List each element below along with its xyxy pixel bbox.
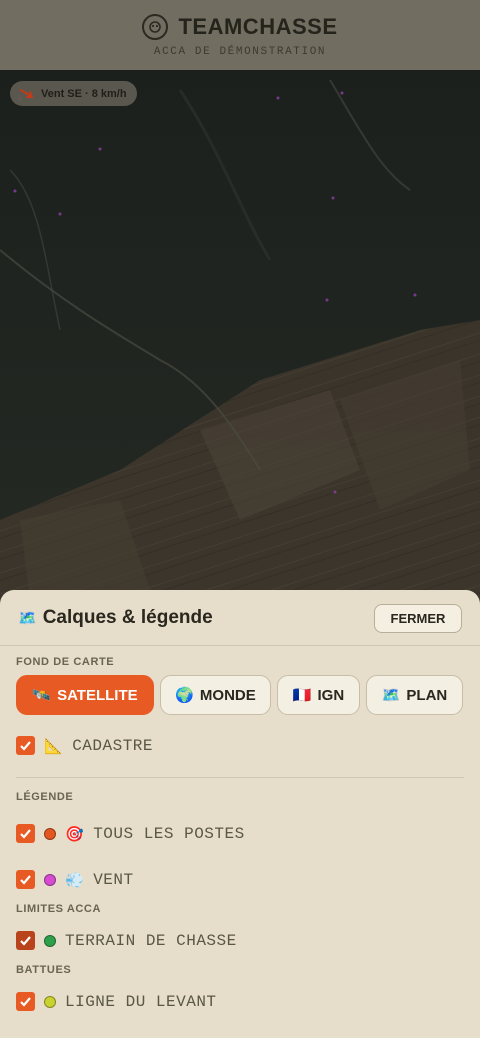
legend-label: VENT: [93, 870, 134, 889]
basemap-plan-button[interactable]: 🗺️ PLAN: [366, 675, 463, 715]
checkbox-checked-icon[interactable]: [16, 992, 35, 1011]
wind-label: Vent SE · 8 km/h: [41, 87, 127, 100]
panel-header: 🗺️ Calques & légende FERMER: [0, 590, 480, 646]
basemap-satellite-button[interactable]: 🛰️ SATELLITE: [16, 675, 154, 715]
france-flag-icon: 🇫🇷: [292, 686, 312, 704]
legend-item-postes[interactable]: 🎯 TOUS LES POSTES: [16, 824, 245, 843]
panel-title-text: Calques & légende: [42, 607, 213, 628]
checkbox-checked-icon[interactable]: [16, 870, 35, 889]
basemap-monde-button[interactable]: 🌍 MONDE: [160, 675, 271, 715]
checkbox-checked-icon[interactable]: [16, 931, 35, 950]
wind-icon: 💨: [65, 870, 85, 889]
globe-icon: 🌍: [175, 686, 194, 704]
basemap-label: PLAN: [406, 686, 448, 704]
legend-section-title: LÉGENDE: [16, 791, 74, 803]
legend-label: TOUS LES POSTES: [93, 824, 245, 843]
green-dot-icon: [44, 934, 56, 947]
basemap-label: MONDE: [199, 686, 256, 704]
layers-panel: 🗺️ Calques & légende FERMER FOND DE CART…: [0, 590, 480, 1038]
satellite-icon: 🛰️: [32, 686, 52, 704]
cadastre-label: CADASTRE: [72, 736, 153, 755]
ruler-icon: 📐: [44, 736, 64, 755]
checkbox-checked-icon[interactable]: [16, 824, 35, 843]
legend-item-levant[interactable]: LIGNE DU LEVANT: [16, 992, 217, 1011]
basemap-label: IGN: [317, 686, 345, 704]
close-button[interactable]: FERMER: [374, 604, 462, 633]
logo-icon: [142, 14, 169, 40]
app-subtitle: ACCA DE DÉMONSTRATION: [153, 46, 327, 58]
orange-dot-icon: [44, 827, 56, 840]
wind-arrow-icon: [20, 88, 33, 98]
checkbox-checked-icon[interactable]: [16, 736, 35, 755]
basemap-section-title: FOND DE CARTE: [16, 656, 115, 668]
magenta-dot-icon: [44, 873, 56, 886]
brand: TEAMCHASSE: [0, 14, 480, 40]
map-icon: 🗺️: [381, 686, 401, 704]
legend-item-terrain[interactable]: TERRAIN DE CHASSE: [16, 931, 237, 950]
panel-title: 🗺️ Calques & légende: [18, 607, 213, 629]
limits-section-title: LIMITES ACCA: [16, 903, 102, 915]
cadastre-toggle[interactable]: 📐 CADASTRE: [16, 736, 153, 755]
legend-label: TERRAIN DE CHASSE: [65, 931, 237, 950]
legend-label: LIGNE DU LEVANT: [65, 992, 217, 1011]
basemap-label: SATELLITE: [57, 686, 138, 704]
divider: [16, 777, 464, 778]
legend-item-vent[interactable]: 💨 VENT: [16, 870, 134, 889]
basemap-ign-button[interactable]: 🇫🇷 IGN: [277, 675, 360, 715]
app-title: TEAMCHASSE: [178, 14, 338, 39]
map-icon: 🗺️: [18, 609, 37, 627]
target-icon: 🎯: [65, 824, 85, 843]
yellow-dot-icon: [44, 995, 56, 1008]
basemap-selector: 🛰️ SATELLITE 🌍 MONDE 🇫🇷 IGN 🗺️ PLAN: [16, 675, 463, 715]
drives-section-title: BATTUES: [16, 964, 72, 976]
wind-indicator[interactable]: Vent SE · 8 km/h: [10, 81, 137, 106]
top-bar: TEAMCHASSE ACCA DE DÉMONSTRATION: [0, 0, 480, 70]
